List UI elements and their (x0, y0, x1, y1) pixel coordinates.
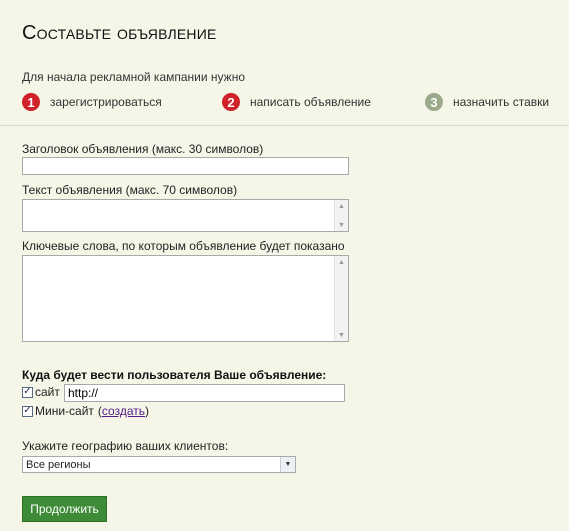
body-textarea[interactable]: ▲ ▼ (22, 199, 349, 232)
page-title: Составьте объявление (22, 22, 217, 44)
minisite-label: Мини-сайт (35, 404, 94, 418)
step-label-write-ad: написать объявление (250, 95, 371, 109)
scroll-up-icon[interactable]: ▲ (335, 200, 348, 212)
step-1: 1 зарегистрироваться (22, 93, 162, 111)
step-3: 3 назначить ставки (425, 93, 549, 111)
continue-button[interactable]: Продолжить (22, 496, 107, 522)
scroll-up-icon[interactable]: ▲ (335, 256, 348, 268)
step-number-1: 1 (22, 93, 40, 111)
geo-select[interactable]: Все регионы ▼ (22, 456, 296, 473)
body-scrollbar[interactable]: ▲ ▼ (334, 200, 348, 231)
keywords-scrollbar[interactable]: ▲ ▼ (334, 256, 348, 341)
headline-label: Заголовок объявления (макс. 30 символов) (22, 142, 264, 156)
scroll-down-icon[interactable]: ▼ (335, 219, 348, 231)
create-minisite-link[interactable]: создать (102, 404, 145, 418)
intro-text: Для начала рекламной кампании нужно (22, 70, 245, 84)
step-number-3: 3 (425, 93, 443, 111)
keywords-label: Ключевые слова, по которым объявление бу… (22, 239, 345, 253)
site-url-input[interactable] (64, 384, 345, 402)
step-2: 2 написать объявление (222, 93, 371, 111)
dropdown-arrow-icon[interactable]: ▼ (280, 457, 295, 472)
site-checkbox[interactable]: ✓ (22, 386, 33, 398)
step-label-register: зарегистрироваться (50, 95, 162, 109)
site-option: ✓ сайт (22, 385, 60, 399)
steps-list: 1 зарегистрироваться 2 написать объявлен… (22, 93, 562, 113)
destination-label: Куда будет вести пользователя Ваше объяв… (22, 368, 327, 382)
step-label-set-bids: назначить ставки (453, 95, 550, 109)
keywords-textarea[interactable]: ▲ ▼ (22, 255, 349, 342)
geo-label: Укажите географию ваших клиентов: (22, 439, 229, 453)
minisite-option: ✓ Мини-сайт ( создать ) (22, 404, 149, 418)
minisite-checkbox[interactable]: ✓ (22, 405, 33, 417)
site-label: сайт (35, 385, 60, 399)
geo-selected-value: Все регионы (26, 458, 91, 471)
headline-input[interactable] (22, 157, 349, 175)
paren-close: ) (144, 404, 149, 418)
step-number-2: 2 (222, 93, 240, 111)
divider (0, 125, 569, 126)
scroll-down-icon[interactable]: ▼ (335, 329, 348, 341)
body-label: Текст объявления (макс. 70 символов) (22, 183, 238, 197)
